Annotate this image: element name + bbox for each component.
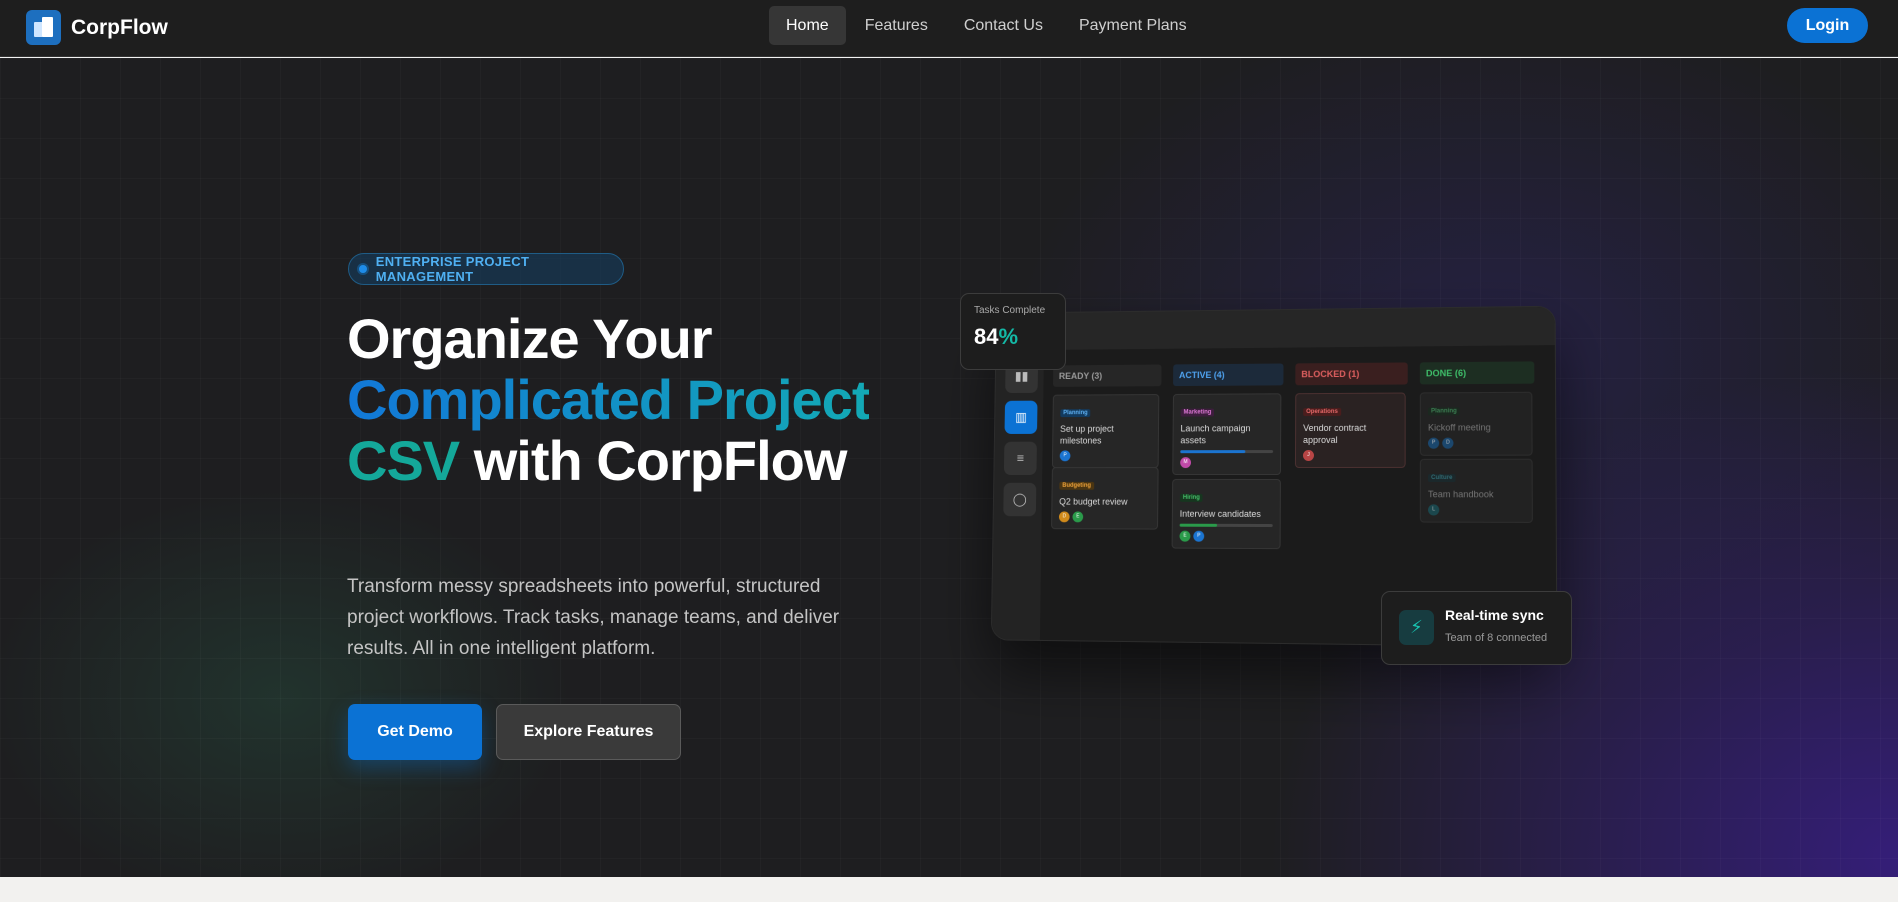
card-tag: Planning: [1060, 409, 1090, 417]
card-title: Team handbook: [1428, 488, 1525, 500]
tasks-complete-value: 84%: [974, 324, 1052, 350]
board-sidebar: ▮▮ ▥ ≡ ◯: [992, 350, 1044, 642]
get-demo-button[interactable]: Get Demo: [348, 704, 482, 760]
top-nav: CorpFlow Home Features Contact Us Paymen…: [0, 0, 1898, 57]
explore-features-button[interactable]: Explore Features: [496, 704, 681, 760]
task-card[interactable]: Culture Team handbook L: [1420, 459, 1533, 523]
headline-line-1: Organize Your: [347, 308, 907, 369]
avatar: P: [1060, 450, 1071, 461]
hero-badge: ENTERPRISE PROJECT MANAGEMENT: [348, 253, 624, 285]
avatar: P: [1428, 438, 1439, 449]
nav-link-payment-plans[interactable]: Payment Plans: [1062, 6, 1204, 45]
column-label: DONE (6): [1426, 368, 1466, 378]
column-header-blocked: BLOCKED (1): [1295, 362, 1407, 385]
headline-line-3: CSV with CorpFlow: [347, 430, 907, 491]
tasks-number: 84: [974, 324, 998, 349]
card-tag: Hiring: [1180, 494, 1203, 502]
avatar: E: [1072, 511, 1083, 522]
task-card[interactable]: Operations Vendor contract approval J: [1295, 393, 1406, 468]
card-tag: Planning: [1428, 407, 1460, 415]
task-card[interactable]: Hiring Interview candidates EP: [1172, 479, 1281, 549]
headline-line-2: Complicated Project: [347, 369, 907, 430]
list-icon: ≡: [1004, 442, 1037, 475]
board-titlebar: [996, 307, 1555, 351]
realtime-sync-card: ⚡ Real-time sync Team of 8 connected: [1381, 591, 1572, 665]
nav-links: Home Features Contact Us Payment Plans: [769, 6, 1206, 45]
next-section-edge: [0, 877, 1898, 902]
nav-link-home[interactable]: Home: [769, 6, 846, 45]
column-header-done: DONE (6): [1420, 361, 1535, 384]
column-label: ACTIVE (4): [1179, 370, 1225, 380]
card-title: Launch campaign assets: [1180, 422, 1273, 446]
card-title: Kickoff meeting: [1428, 421, 1524, 433]
badge-text: ENTERPRISE PROJECT MANAGEMENT: [376, 254, 623, 284]
hero-section: ENTERPRISE PROJECT MANAGEMENT Organize Y…: [0, 58, 1898, 877]
user-icon: ◯: [1003, 483, 1036, 516]
task-card[interactable]: Planning Set up project milestones P: [1052, 394, 1159, 468]
hero-headline: Organize Your Complicated Project CSV wi…: [347, 308, 907, 491]
grid-background: [0, 58, 1898, 877]
column-label: BLOCKED (1): [1301, 369, 1359, 379]
lightning-icon: ⚡: [1399, 610, 1434, 645]
column-label: READY (3): [1059, 371, 1102, 381]
card-tag: Operations: [1303, 408, 1341, 416]
progress-bar: [1180, 524, 1273, 527]
tasks-unit: %: [998, 324, 1018, 349]
badge-dot-icon: [357, 263, 369, 275]
nav-link-features[interactable]: Features: [848, 6, 945, 45]
column-header-ready: READY (3): [1053, 365, 1162, 387]
avatar: D: [1442, 438, 1453, 449]
sync-title: Real-time sync: [1445, 607, 1544, 623]
board-icon: ▥: [1005, 401, 1038, 434]
column-header-active: ACTIVE (4): [1173, 364, 1283, 387]
card-tag: Budgeting: [1059, 482, 1094, 490]
progress-bar: [1180, 450, 1273, 453]
headline-line-3-rest: with CorpFlow: [459, 429, 846, 492]
headline-accent-word: CSV: [347, 429, 459, 492]
card-title: Q2 budget review: [1059, 496, 1150, 508]
card-title: Interview candidates: [1180, 508, 1273, 520]
avatar: M: [1180, 457, 1191, 468]
card-tag: Culture: [1428, 474, 1456, 482]
task-card[interactable]: Budgeting Q2 budget review DE: [1051, 467, 1159, 529]
card-title: Vendor contract approval: [1303, 422, 1398, 446]
task-card[interactable]: Planning Kickoff meeting PD: [1420, 392, 1533, 456]
logo-icon: [26, 10, 61, 45]
brand-name: CorpFlow: [71, 16, 168, 40]
tasks-complete-label: Tasks Complete: [974, 305, 1052, 316]
nav-link-contact[interactable]: Contact Us: [947, 6, 1060, 45]
avatar: E: [1180, 531, 1191, 542]
avatar: J: [1303, 450, 1314, 461]
sync-subtitle: Team of 8 connected: [1445, 632, 1547, 644]
tasks-complete-card: Tasks Complete 84%: [960, 293, 1066, 370]
brand[interactable]: CorpFlow: [26, 10, 168, 45]
avatar: D: [1059, 511, 1070, 522]
headline-gradient-text: Complicated Project: [347, 368, 869, 431]
task-card[interactable]: Marketing Launch campaign assets M: [1172, 393, 1281, 475]
hero-subtext: Transform messy spreadsheets into powerf…: [347, 571, 847, 664]
avatar: P: [1193, 531, 1204, 542]
card-tag: Marketing: [1181, 409, 1215, 417]
card-title: Set up project milestones: [1060, 423, 1151, 447]
login-button[interactable]: Login: [1787, 8, 1868, 43]
avatar: L: [1428, 504, 1439, 515]
